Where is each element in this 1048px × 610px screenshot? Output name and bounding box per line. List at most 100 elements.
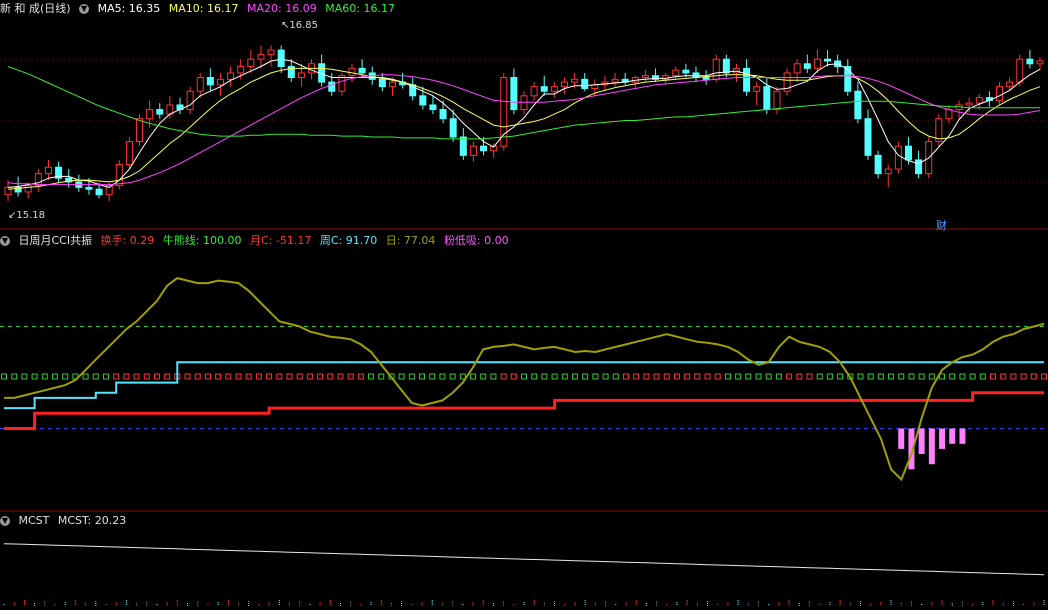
- cci-band-marker: [245, 373, 252, 380]
- cci-band-marker: [796, 373, 803, 380]
- cci-band-marker: [500, 373, 507, 380]
- cci-band-marker: [684, 373, 691, 380]
- pink-buy-bar: [939, 428, 946, 449]
- candle-body: [884, 168, 892, 175]
- month-cci-label: 月C: -51.17: [250, 234, 312, 247]
- candle-body: [904, 145, 912, 161]
- ma5-label: MA5: 16.35: [97, 2, 161, 15]
- cci-band-marker: [571, 373, 578, 380]
- candle-body: [571, 78, 579, 83]
- settings-icon[interactable]: ▼: [0, 236, 10, 246]
- candle-body: [338, 75, 346, 92]
- settings-icon[interactable]: ▼: [79, 4, 90, 14]
- pink-buy-bar: [928, 428, 935, 465]
- candle-body: [813, 58, 821, 69]
- candle-body: [388, 81, 396, 88]
- candle-body: [550, 86, 558, 92]
- cci-band-marker: [184, 373, 191, 380]
- mcst-header: ▼ MCST MCST: 20.23: [0, 513, 131, 529]
- ma60-label: MA60: 16.17: [325, 2, 395, 15]
- cci-band-marker: [378, 373, 385, 380]
- candle-body: [358, 67, 366, 74]
- cci-band-marker: [724, 373, 731, 380]
- candle-body: [44, 166, 52, 175]
- cci-band-marker: [765, 373, 772, 380]
- cci-band-marker: [51, 373, 58, 380]
- cci-panel: [0, 277, 1048, 482]
- candle-body: [611, 78, 619, 83]
- cci-band-marker: [663, 373, 670, 380]
- candle-body: [419, 95, 427, 106]
- cci-band-marker: [11, 373, 18, 380]
- cci-band-marker: [286, 373, 293, 380]
- cci-band-marker: [643, 373, 650, 380]
- settings-icon[interactable]: ▼: [0, 516, 10, 526]
- stock-chart-canvas: [0, 45, 1048, 606]
- cci-band-marker: [470, 373, 477, 380]
- cci-band-marker: [653, 373, 660, 380]
- cci-band-marker: [1030, 373, 1037, 380]
- candle-body: [773, 90, 781, 111]
- cci-band-marker: [592, 373, 599, 380]
- mcst-value-label: MCST: 20.23: [57, 514, 127, 527]
- candle-body: [672, 69, 680, 77]
- cci-band-marker: [612, 373, 619, 380]
- candle-body: [945, 109, 953, 120]
- cci-band-marker: [745, 373, 752, 380]
- cci-band-marker: [867, 373, 874, 380]
- cci-band-marker: [102, 373, 109, 380]
- cci-band-marker: [1000, 373, 1007, 380]
- mcst-panel: [3, 543, 1045, 606]
- financial-report-marker[interactable]: 财: [936, 217, 947, 233]
- candle-body: [186, 90, 194, 111]
- turnover-label: 换手: 0.29: [100, 234, 155, 247]
- cci-band-marker: [551, 373, 558, 380]
- cci-band-marker: [449, 373, 456, 380]
- candle-body: [1036, 60, 1044, 65]
- cci-band-marker: [990, 373, 997, 380]
- candle-body: [449, 118, 457, 138]
- cci-band-marker: [949, 373, 956, 380]
- cci-band-marker: [673, 373, 680, 380]
- cci-header: ▼ 日周月CCI共振 换手: 0.29 牛熊线: 100.00 月C: -51.…: [0, 233, 514, 249]
- cci-band-marker: [786, 373, 793, 380]
- cci-band-marker: [877, 373, 884, 380]
- candle-body: [216, 78, 224, 86]
- cci-band-marker: [225, 373, 232, 380]
- candle-body: [1016, 58, 1024, 83]
- candle-body: [753, 86, 761, 92]
- cci-band-marker: [204, 373, 211, 380]
- candle-body: [85, 186, 93, 190]
- cci-band-marker: [194, 373, 201, 380]
- candle-body: [196, 77, 204, 92]
- cci-band-marker: [694, 373, 701, 380]
- candle-body: [125, 141, 133, 165]
- ma20-label: MA20: 16.09: [247, 2, 317, 15]
- cci-band-marker: [541, 373, 548, 380]
- cci-band-marker: [704, 373, 711, 380]
- price-panel: [4, 45, 1044, 202]
- candle-body: [743, 67, 751, 92]
- cci-band-marker: [113, 373, 120, 380]
- candle-body: [854, 90, 862, 120]
- cci-band-marker: [235, 373, 242, 380]
- cci-band-marker: [622, 373, 629, 380]
- candle-body: [267, 49, 275, 56]
- cci-band-marker: [714, 373, 721, 380]
- pink-buy-label: 粉低吸: 0.00: [443, 234, 509, 247]
- cci-band-marker: [153, 373, 160, 380]
- cci-band-marker: [1020, 373, 1027, 380]
- cci-band-marker: [633, 373, 640, 380]
- cci-band-marker: [419, 373, 426, 380]
- high-price-label: 16.85: [289, 20, 319, 31]
- candle-body: [156, 109, 164, 115]
- cci-band-marker: [143, 373, 150, 380]
- candle-body: [480, 145, 488, 152]
- candle-body: [4, 186, 12, 196]
- cci-band-marker: [255, 373, 262, 380]
- cci-band-marker: [735, 373, 742, 380]
- ma10-label: MA10: 16.17: [168, 2, 239, 15]
- cci-band-marker: [755, 373, 762, 380]
- candle-body: [24, 185, 32, 193]
- cci-band-marker: [582, 373, 589, 380]
